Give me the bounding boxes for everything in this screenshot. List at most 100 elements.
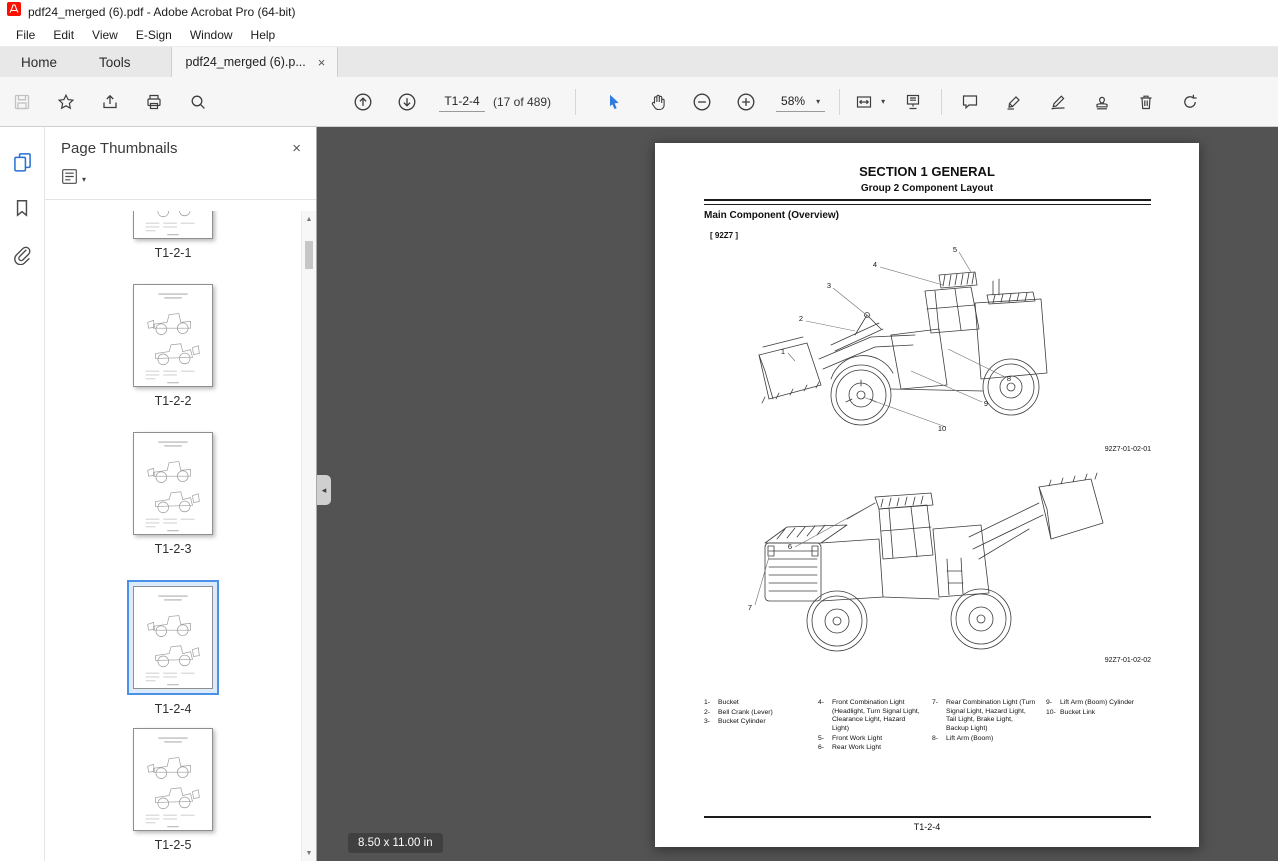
delete-pages-button[interactable] [1132,88,1160,116]
stamp-button[interactable] [1088,88,1116,116]
part-number: 10- [1046,709,1060,718]
callout-6: 6 [788,542,792,551]
thumbnail-image[interactable] [133,432,213,535]
part-number: 5- [818,735,832,744]
chevron-down-icon: ▾ [881,97,885,106]
callout-2: 2 [799,314,803,323]
thumbnail-image[interactable] [133,284,213,387]
document-area: ◂ SECTION 1 GENERAL Group 2 Component La… [317,127,1278,861]
menu-file[interactable]: File [7,25,44,45]
chevron-down-icon[interactable]: ▾ [82,175,86,184]
part-item: 10-Bucket Link [1046,709,1160,718]
toolbar-separator [941,89,942,115]
menu-edit[interactable]: Edit [44,25,83,45]
part-item: 9-Lift Arm (Boom) Cylinder [1046,699,1160,708]
scroll-up-icon[interactable]: ▲ [302,211,316,227]
part-name: Bucket [718,699,748,708]
part-name: Bucket Cylinder [718,718,775,727]
part-name: Rear Combination Light (Turn Signal Ligh… [946,699,1046,734]
thumbnail-options-icon[interactable] [61,168,78,190]
sign-pen-button[interactable] [1044,88,1072,116]
menu-view[interactable]: View [83,25,127,45]
titlebar: pdf24_merged (6).pdf - Adobe Acrobat Pro… [0,0,1278,23]
callout-8: 8 [1007,374,1011,383]
rotate-pages-button[interactable] [1176,88,1204,116]
thumbnail-label: T1-2-2 [155,394,192,408]
part-number: 2- [704,709,718,718]
next-page-button[interactable] [393,88,421,116]
page-thumbnails-icon[interactable] [8,147,36,175]
part-number: 9- [1046,699,1060,708]
thumbnail-image[interactable] [133,211,213,239]
chevron-down-icon: ▾ [816,97,820,106]
collapse-panel-button[interactable]: ◂ [317,475,331,505]
parts-column-3: 7-Rear Combination Light (Turn Signal Li… [932,699,1046,754]
part-item: 7-Rear Combination Light (Turn Signal Li… [932,699,1046,734]
share-button[interactable] [96,88,124,116]
callout-9: 9 [984,399,988,408]
parts-column-2: 4-Front Combination Light (Headlight, Tu… [818,699,932,754]
bookmarks-icon[interactable] [8,194,36,222]
part-item: 1-Bucket [704,699,818,708]
menu-help[interactable]: Help [242,25,285,45]
tab-home[interactable]: Home [0,47,78,77]
thumbnail-image[interactable] [133,586,213,689]
figure-2-wheel-loader: 6 7 [729,459,1114,659]
zoom-in-button[interactable] [732,88,760,116]
group-title: Group 2 Component Layout [655,183,1199,194]
figure-1-wheel-loader: 1 2 3 4 5 8 9 10 [743,239,1088,446]
content-area: Page Thumbnails × ▾ T1-2-1 T1-2-2 [0,127,1278,861]
page-thumbnail: T1-2-5 [133,728,213,852]
part-number: 8- [932,735,946,744]
reading-mode-button[interactable] [899,88,927,116]
save-button[interactable] [8,88,36,116]
menu-esign[interactable]: E-Sign [127,25,181,45]
panel-title: Page Thumbnails [61,140,177,157]
page-size-badge: 8.50 x 11.00 in [348,833,443,853]
main-heading: Main Component (Overview) [704,210,839,221]
scroll-down-icon[interactable]: ▼ [302,845,316,861]
menu-window[interactable]: Window [181,25,242,45]
callout-3: 3 [827,281,831,290]
thumbnail-list: T1-2-1 T1-2-2 T1-2-3 T1-2-4 [45,211,301,861]
parts-column-4: 9-Lift Arm (Boom) Cylinder 10-Bucket Lin… [1046,699,1160,754]
part-name: Lift Arm (Boom) [946,735,1002,744]
page-number-input[interactable]: T1-2-4 [439,91,485,112]
hand-tool-button[interactable] [644,88,672,116]
zoom-level-dropdown[interactable]: 58% ▾ [776,91,825,112]
toolbar: T1-2-4 (17 of 489) 58% ▾ ▾ [0,77,1278,127]
footer-rule [704,816,1151,818]
comment-button[interactable] [956,88,984,116]
zoom-tool-button[interactable] [184,88,212,116]
close-panel-icon[interactable]: × [292,140,301,157]
thumbnail-label: T1-2-3 [155,542,192,556]
part-name: Lift Arm (Boom) Cylinder [1060,699,1143,708]
part-number: 3- [704,718,718,727]
thumbnail-image[interactable] [133,728,213,831]
close-tab-icon[interactable]: × [318,56,326,69]
attachments-icon[interactable] [8,241,36,269]
fit-width-dropdown[interactable]: ▾ [850,88,885,116]
section-title: SECTION 1 GENERAL [655,164,1199,179]
highlight-button[interactable] [1000,88,1028,116]
page-thumbnails-panel: Page Thumbnails × ▾ T1-2-1 T1-2-2 [45,127,317,861]
menubar: File Edit View E-Sign Window Help [0,23,1278,46]
select-tool-button[interactable] [600,88,628,116]
thumbnails-scrollbar[interactable]: ▲ ▼ [301,211,316,861]
window-title: pdf24_merged (6).pdf - Adobe Acrobat Pro… [28,5,296,19]
callout-10: 10 [938,424,946,433]
part-number: 4- [818,699,832,734]
tab-tools[interactable]: Tools [78,47,152,77]
part-number: 1- [704,699,718,708]
callout-4: 4 [873,260,877,269]
part-number: 7- [932,699,946,734]
zoom-out-button[interactable] [688,88,716,116]
thumbnail-label: T1-2-4 [155,702,192,716]
previous-page-button[interactable] [349,88,377,116]
pdf-page[interactable]: SECTION 1 GENERAL Group 2 Component Layo… [655,143,1199,847]
tab-document[interactable]: pdf24_merged (6).p... × [171,47,339,77]
star-button[interactable] [52,88,80,116]
parts-legend: 1-Bucket 2-Bell Crank (Lever) 3-Bucket C… [704,699,1159,754]
scrollbar-thumb[interactable] [305,241,313,269]
print-button[interactable] [140,88,168,116]
